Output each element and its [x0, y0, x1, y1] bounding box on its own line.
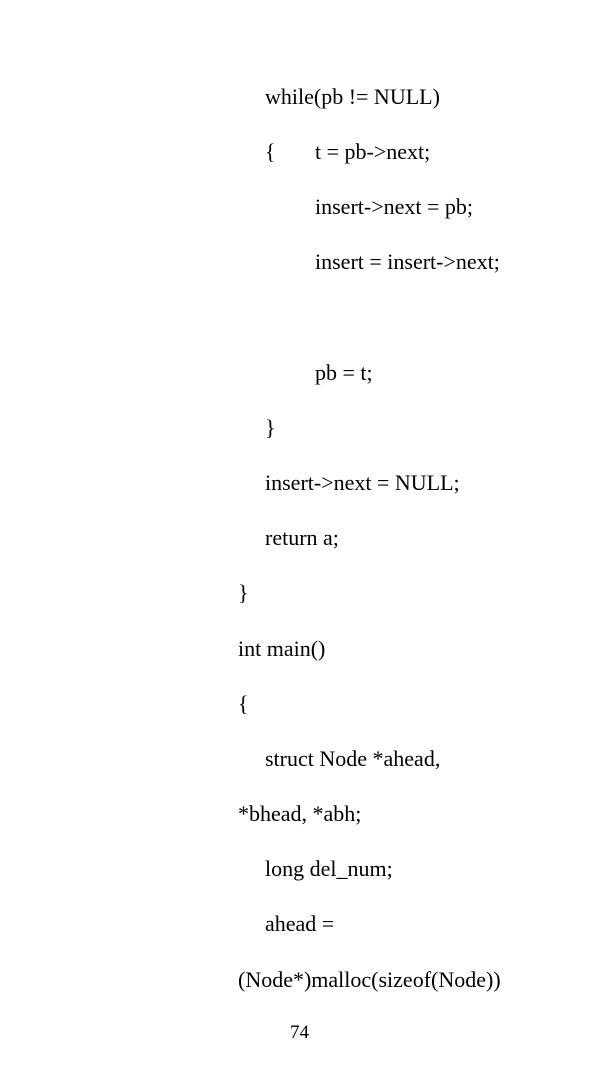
code-line: long del_num;: [265, 856, 393, 881]
code-line: while(pb != NULL): [265, 84, 440, 109]
code-line: int main(): [238, 636, 326, 661]
code-line: struct Node *ahead,: [265, 746, 441, 771]
code-line: {: [238, 691, 249, 716]
code-line: {: [265, 139, 276, 164]
code-line: insert->next = NULL;: [265, 470, 460, 495]
code-line: (Node*)malloc(sizeof(Node)): [238, 967, 501, 992]
code-line: insert->next = pb;: [315, 194, 474, 219]
code-line: }: [265, 415, 276, 440]
code-line: insert = insert->next;: [315, 249, 500, 274]
code-line: pb = t;: [315, 360, 373, 385]
code-line: t = pb->next;: [315, 139, 431, 164]
code-line: }: [238, 580, 249, 605]
page-number: 74: [290, 1022, 309, 1043]
code-line: *bhead, *abh;: [238, 801, 362, 826]
code-line: ahead =: [265, 911, 335, 936]
code-line: return a;: [265, 525, 339, 550]
